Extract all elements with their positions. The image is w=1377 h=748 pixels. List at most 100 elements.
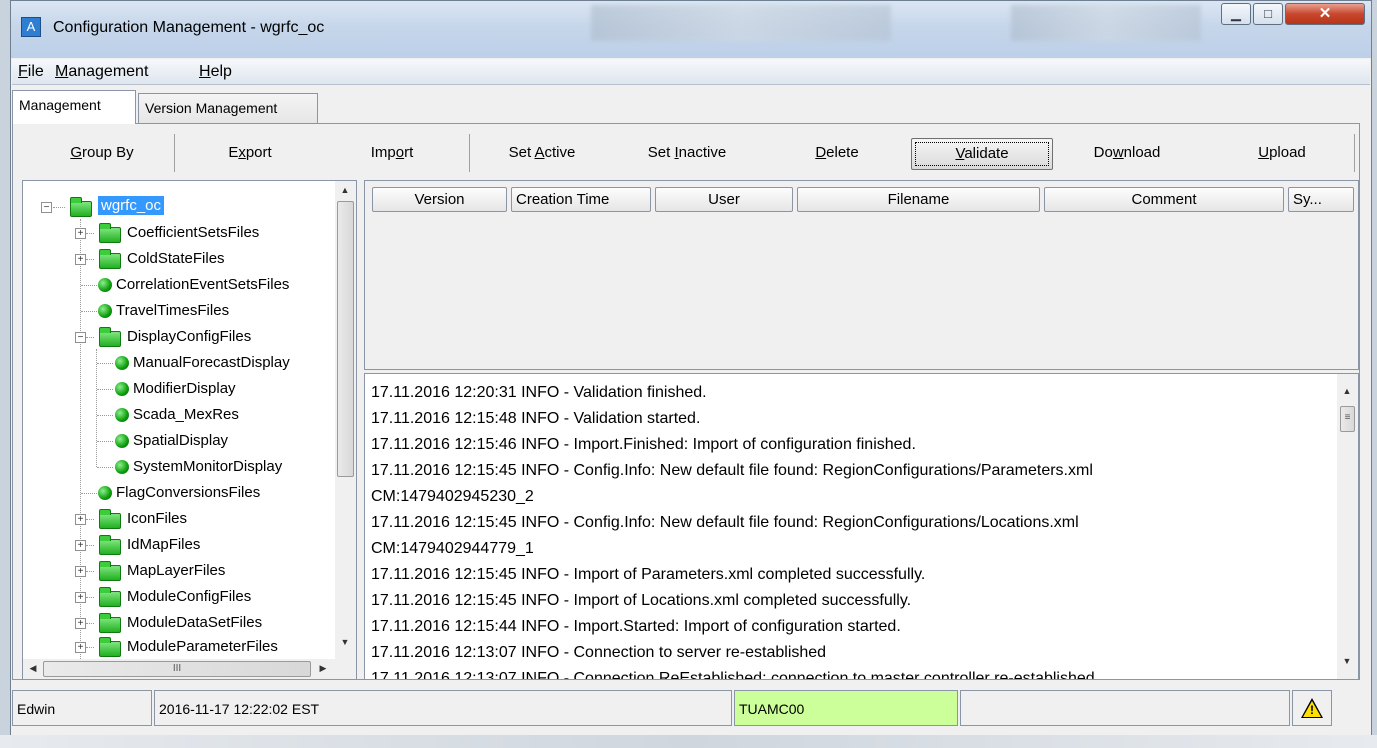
collapse-icon[interactable]: − (41, 202, 52, 213)
tree-item[interactable]: ModifierDisplay (23, 377, 343, 403)
tree-item[interactable]: + ModuleParameterFiles (23, 635, 343, 661)
tree-connector (86, 259, 94, 260)
download-button[interactable]: Download (1072, 138, 1182, 170)
tree-item[interactable]: + ModuleConfigFiles (23, 585, 343, 611)
scroll-down-arrow-icon[interactable]: ▼ (1339, 656, 1355, 666)
upload-button[interactable]: Upload (1237, 138, 1327, 170)
scroll-thumb[interactable]: ≡ (1340, 406, 1355, 432)
tree-connector (86, 571, 94, 572)
log-vertical-scrollbar[interactable]: ▲ ≡ ▼ (1337, 374, 1358, 679)
validate-button[interactable]: Validate (911, 138, 1053, 170)
column-header-comment[interactable]: Comment (1044, 187, 1284, 212)
tree-vertical-scrollbar[interactable]: ▲ ▼ (335, 181, 356, 659)
tree-item-label: TravelTimesFiles (116, 302, 230, 319)
scroll-right-arrow-icon[interactable]: ▶ (315, 663, 331, 674)
expand-icon[interactable]: + (75, 540, 86, 551)
folder-open-icon (70, 197, 92, 217)
log-line: 17.11.2016 12:15:44 INFO - Import.Starte… (371, 618, 901, 635)
expand-icon[interactable]: + (75, 618, 86, 629)
scroll-down-arrow-icon[interactable]: ▼ (337, 637, 353, 647)
column-header-sy[interactable]: Sy... (1288, 187, 1354, 212)
expand-icon[interactable]: + (75, 566, 86, 577)
expand-icon[interactable]: + (75, 514, 86, 525)
menu-management[interactable]: Management (55, 63, 148, 81)
tree-item[interactable]: + ColdStateFiles (23, 247, 343, 273)
tree-item-label: CorrelationEventSetsFiles (116, 276, 290, 293)
tree-item[interactable]: TravelTimesFiles (23, 299, 343, 325)
tree-item[interactable]: FlagConversionsFiles (23, 481, 343, 507)
scroll-left-arrow-icon[interactable]: ◀ (25, 663, 41, 674)
status-warning-cell[interactable] (1292, 690, 1332, 726)
tree-item[interactable]: CorrelationEventSetsFiles (23, 273, 353, 299)
app-icon: A (21, 17, 41, 37)
config-tree[interactable]: − wgrfc_oc + CoefficientSetsFiles + Cold… (22, 180, 357, 680)
tree-item-label: IconFiles (127, 510, 188, 527)
expand-icon[interactable]: + (75, 642, 86, 653)
log-line: 17.11.2016 12:15:45 INFO - Import of Par… (371, 566, 926, 583)
tree-item[interactable]: + IconFiles (23, 507, 343, 533)
status-ok-icon (98, 304, 112, 318)
group-by-button[interactable]: Group By (47, 138, 157, 170)
tree-item-label: ManualForecastDisplay (133, 354, 290, 371)
tree-item-label: ModuleConfigFiles (127, 588, 252, 605)
tree-connector (53, 207, 65, 208)
status-server: TUAMC00 (734, 690, 958, 726)
tab-version-management[interactable]: Version Management (138, 93, 318, 123)
tree-connector (86, 597, 94, 598)
minimize-button[interactable]: ▁ (1221, 3, 1251, 25)
set-active-button[interactable]: Set Active (487, 138, 597, 170)
expand-icon[interactable]: + (75, 592, 86, 603)
toolbar: Group By Export Import Set Active Set In… (17, 130, 1357, 176)
folder-icon (99, 249, 121, 269)
tree-item-label: IdMapFiles (127, 536, 201, 553)
column-header-filename[interactable]: Filename (797, 187, 1040, 212)
tree-item[interactable]: + ModuleDataSetFiles (23, 611, 343, 637)
scroll-up-arrow-icon[interactable]: ▲ (337, 185, 353, 195)
tree-item[interactable]: − DisplayConfigFiles (23, 325, 343, 351)
scroll-thumb[interactable] (337, 201, 354, 477)
tree-connector (86, 545, 94, 546)
status-ok-icon (115, 356, 129, 370)
menu-help[interactable]: Help (199, 63, 232, 81)
export-button[interactable]: Export (195, 138, 305, 170)
menu-file[interactable]: File (18, 63, 44, 81)
status-bar: Edwin 2016-11-17 12:22:02 EST TUAMC00 (12, 688, 1360, 728)
tree-item[interactable]: + MapLayerFiles (23, 559, 343, 585)
collapse-icon[interactable]: − (75, 332, 86, 343)
versions-table[interactable]: Version Creation Time User Filename Comm… (364, 180, 1359, 370)
tree-item[interactable]: + IdMapFiles (23, 533, 343, 559)
import-button[interactable]: Import (352, 138, 432, 170)
tree-connector (86, 519, 94, 520)
maximize-button[interactable]: □ (1253, 3, 1283, 25)
column-header-user[interactable]: User (655, 187, 793, 212)
warning-icon[interactable] (1301, 698, 1323, 718)
title-bar[interactable]: A Configuration Management - wgrfc_oc ▁ … (11, 1, 1371, 58)
tree-connector (97, 389, 113, 390)
toolbar-separator (469, 134, 470, 172)
tab-management[interactable]: Management (12, 90, 136, 124)
scroll-thumb[interactable]: III (43, 661, 311, 677)
delete-button[interactable]: Delete (792, 138, 882, 170)
status-timestamp: 2016-11-17 12:22:02 EST (154, 690, 732, 726)
expand-icon[interactable]: + (75, 228, 86, 239)
log-panel[interactable]: 17.11.2016 12:20:31 INFO - Validation fi… (364, 373, 1359, 680)
tree-horizontal-scrollbar[interactable]: ◀ III ▶ (23, 659, 335, 679)
column-header-creation-time[interactable]: Creation Time (511, 187, 651, 212)
background-window-blur (591, 5, 891, 41)
tree-item[interactable]: Scada_MexRes (23, 403, 343, 429)
tree-connector (86, 623, 94, 624)
tree-item[interactable]: ManualForecastDisplay (23, 351, 343, 377)
tree-item[interactable]: SpatialDisplay (23, 429, 343, 455)
tree-root-node[interactable]: − wgrfc_oc (23, 195, 343, 221)
tree-item[interactable]: SystemMonitorDisplay (23, 455, 343, 481)
status-ok-icon (115, 408, 129, 422)
scroll-up-arrow-icon[interactable]: ▲ (1339, 386, 1355, 396)
folder-icon (99, 561, 121, 581)
set-inactive-button[interactable]: Set Inactive (627, 138, 747, 170)
close-button[interactable]: ✕ (1285, 3, 1365, 25)
log-line: 17.11.2016 12:15:48 INFO - Validation st… (371, 410, 701, 427)
tree-item[interactable]: + CoefficientSetsFiles (23, 221, 343, 247)
column-header-version[interactable]: Version (372, 187, 507, 212)
expand-icon[interactable]: + (75, 254, 86, 265)
folder-open-icon (99, 327, 121, 347)
